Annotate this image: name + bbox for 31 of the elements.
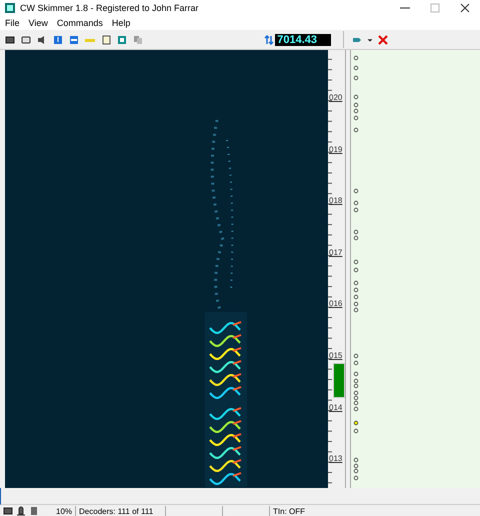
frequency-label: 014 — [328, 402, 342, 413]
frequency-label: 017 — [328, 246, 342, 258]
menu-item[interactable]: File — [5, 18, 20, 28]
frequency-display: 7014.43 — [275, 34, 331, 46]
decoders-status: Decoders: 111 of 111 — [76, 506, 166, 516]
frequency-label: 016 — [328, 298, 342, 310]
info-icon[interactable] — [53, 34, 63, 44]
window-title: CW Skimmer 1.8 - Registered to John Farrar — [20, 3, 200, 13]
window-icon[interactable] — [3, 506, 13, 516]
close-icon[interactable] — [460, 3, 470, 13]
swap-icon[interactable] — [264, 34, 274, 44]
panel-icon[interactable] — [69, 34, 79, 44]
frequency-label: 015 — [328, 350, 342, 361]
book-icon[interactable] — [29, 506, 39, 516]
frequency-label: 020 — [328, 92, 342, 103]
menu-item[interactable]: Help — [112, 18, 130, 28]
frequency-label: 019 — [328, 144, 342, 155]
menu-item[interactable]: View — [28, 18, 48, 28]
frequency-label: 013 — [328, 453, 342, 464]
speaker-icon[interactable] — [37, 34, 47, 44]
app-icon — [5, 3, 15, 13]
frequency-label: 018 — [328, 195, 342, 206]
zoom-level: 10% — [53, 506, 76, 516]
page-icon[interactable] — [101, 34, 111, 44]
tuning-marker[interactable] — [333, 363, 345, 398]
monitor-icon[interactable] — [21, 34, 31, 44]
bell-icon[interactable] — [16, 506, 26, 516]
window-icon[interactable] — [5, 34, 15, 44]
menu-item[interactable]: Commands — [56, 18, 103, 28]
layout-icon[interactable] — [117, 34, 127, 44]
telnet-status: TIn: OFF — [272, 506, 306, 516]
